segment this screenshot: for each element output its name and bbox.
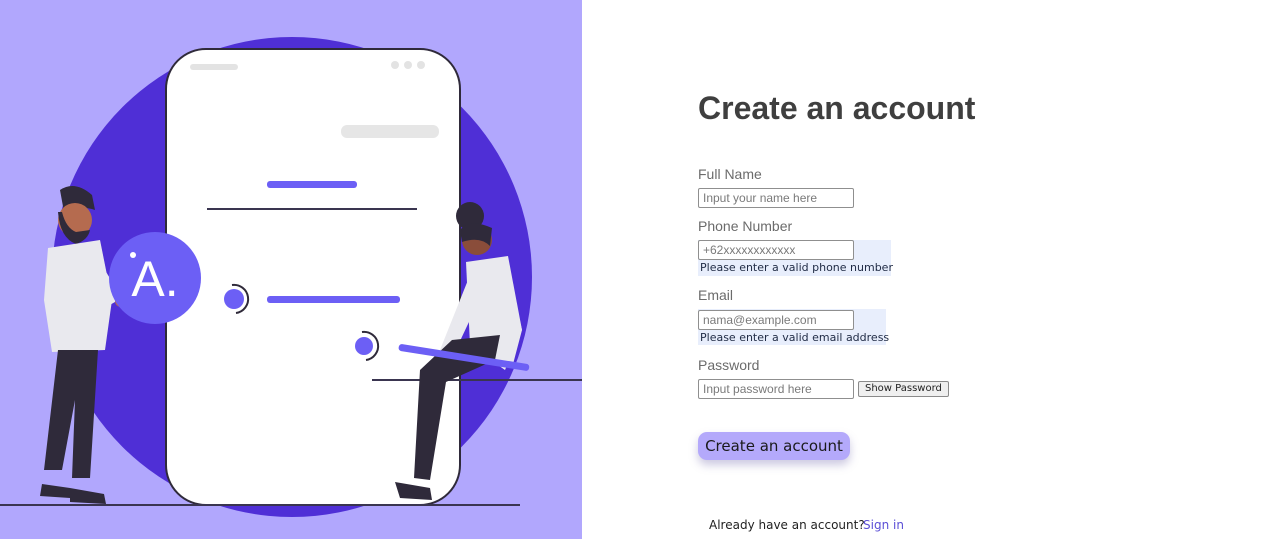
phone-line-accent xyxy=(267,181,357,188)
phone-dot xyxy=(391,61,399,69)
radio-dot-icon xyxy=(355,337,373,355)
phone-dot xyxy=(417,61,425,69)
full-name-input[interactable] xyxy=(698,188,854,208)
phone-validation-message: Please enter a valid phone number xyxy=(700,261,893,274)
password-input[interactable] xyxy=(698,379,854,399)
signup-illustration: A. xyxy=(0,37,582,517)
show-password-button[interactable]: Show Password xyxy=(858,381,949,397)
phone-number-label: Phone Number xyxy=(698,218,793,234)
phone-line-accent xyxy=(267,296,400,303)
page-title: Create an account xyxy=(698,90,976,126)
phone-pill xyxy=(341,125,439,138)
email-validation-message: Please enter a valid email address xyxy=(700,331,890,344)
password-label: Password xyxy=(698,357,760,373)
signup-form-panel: Create an account Full Name Phone Number… xyxy=(582,0,1280,539)
illustration-panel: A. xyxy=(0,0,582,539)
sign-in-link[interactable]: Sign in xyxy=(863,518,904,532)
logo-dot xyxy=(130,252,136,258)
logo-letter: A. xyxy=(131,251,178,307)
email-label: Email xyxy=(698,287,734,303)
create-account-button[interactable]: Create an account xyxy=(698,432,850,460)
phone-number-input[interactable] xyxy=(698,240,854,260)
phone-status-bar xyxy=(190,64,238,70)
email-input[interactable] xyxy=(698,310,854,330)
phone-mockup xyxy=(165,48,461,506)
phone-dot xyxy=(404,61,412,69)
full-name-label: Full Name xyxy=(698,166,762,182)
radio-dot-icon xyxy=(224,289,244,309)
already-have-account-text: Already have an account? xyxy=(709,518,865,532)
